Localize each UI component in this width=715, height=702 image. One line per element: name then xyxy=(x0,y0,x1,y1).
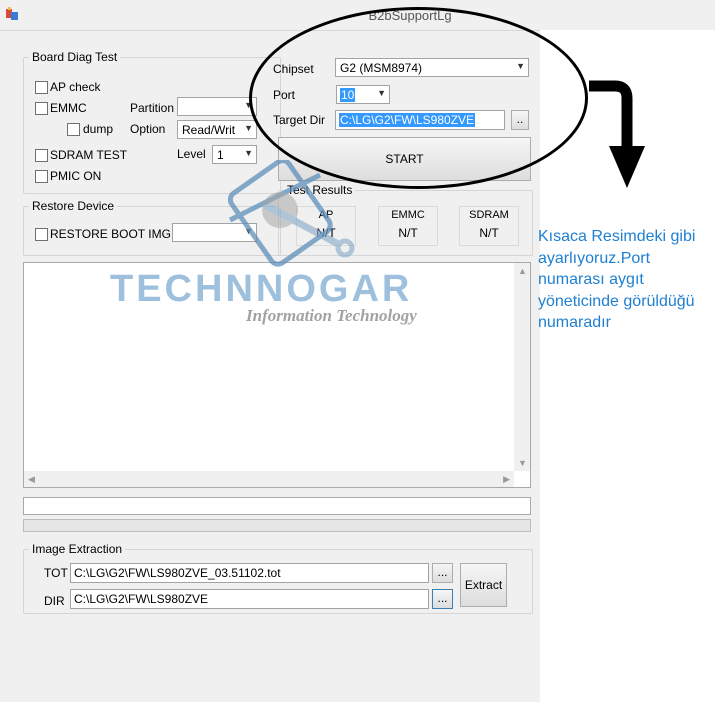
log-horizontal-scrollbar[interactable]: ◀ ▶ xyxy=(24,471,514,487)
status-bar xyxy=(23,497,531,515)
restore-boot-img-label: RESTORE BOOT IMG xyxy=(50,227,171,241)
dir-value: C:\LG\G2\FW\LS980ZVE xyxy=(74,592,209,606)
arrow-down-icon xyxy=(589,80,645,188)
dir-browse-button[interactable]: ... xyxy=(432,589,453,609)
dump-label: dump xyxy=(83,122,114,136)
result-emmc-value: N/T xyxy=(398,226,418,240)
scroll-right-icon[interactable]: ▶ xyxy=(503,474,510,485)
result-emmc: EMMC N/T xyxy=(378,206,438,246)
ap-check-label: AP check xyxy=(50,80,101,94)
pmic-on-checkbox[interactable] xyxy=(35,170,48,183)
emmc-label: EMMC xyxy=(50,101,87,115)
dump-checkbox[interactable] xyxy=(67,123,80,136)
restore-boot-img-checkbox[interactable] xyxy=(35,228,48,241)
level-label: Level xyxy=(177,147,206,161)
watermark-brand: TECHNNOGAR xyxy=(110,268,413,310)
option-select[interactable]: Read/Writ ▼ xyxy=(177,120,257,139)
result-sdram-value: N/T xyxy=(479,226,499,240)
result-sdram: SDRAM N/T xyxy=(459,206,519,246)
sdram-test-label: SDRAM TEST xyxy=(50,148,128,162)
log-vertical-scrollbar[interactable]: ▲ ▼ xyxy=(514,263,530,471)
option-label: Option xyxy=(130,122,166,136)
option-value: Read/Writ xyxy=(182,123,236,137)
tot-input[interactable]: C:\LG\G2\FW\LS980ZVE_03.51102.tot xyxy=(70,563,429,583)
dir-label: DIR xyxy=(44,594,65,608)
restore-device-legend: Restore Device xyxy=(29,199,118,213)
sdram-test-checkbox[interactable] xyxy=(35,149,48,162)
annotation-note: Kısaca Resimdeki gibi ayarlıyoruz.Port n… xyxy=(538,228,696,331)
ap-check-checkbox[interactable] xyxy=(35,81,48,94)
scroll-left-icon[interactable]: ◀ xyxy=(28,474,35,485)
result-emmc-name: EMMC xyxy=(391,209,425,221)
board-diag-legend: Board Diag Test xyxy=(29,50,121,64)
chevron-down-icon: ▼ xyxy=(244,148,253,158)
progress-bar xyxy=(23,519,531,532)
watermark-tagline: Information Technology xyxy=(246,306,417,325)
tot-value: C:\LG\G2\FW\LS980ZVE_03.51102.tot xyxy=(74,566,281,580)
chevron-down-icon: ▼ xyxy=(244,123,253,133)
tot-label: TOT xyxy=(44,566,68,580)
result-sdram-name: SDRAM xyxy=(469,209,509,221)
pmic-on-label: PMIC ON xyxy=(50,169,102,183)
partition-select[interactable]: ▼ xyxy=(177,97,257,116)
partition-label: Partition xyxy=(130,101,175,115)
app-window: B2bSupportLg Board Diag Test AP check EM… xyxy=(0,0,715,702)
emmc-checkbox[interactable] xyxy=(35,102,48,115)
scroll-down-icon[interactable]: ▼ xyxy=(518,458,527,468)
scroll-up-icon[interactable]: ▲ xyxy=(518,266,527,276)
highlight-ellipse xyxy=(249,7,588,189)
tot-browse-button[interactable]: ... xyxy=(432,563,453,583)
extract-button[interactable]: Extract xyxy=(460,563,507,607)
dir-input[interactable]: C:\LG\G2\FW\LS980ZVE xyxy=(70,589,429,609)
image-extraction-legend: Image Extraction xyxy=(29,542,126,556)
